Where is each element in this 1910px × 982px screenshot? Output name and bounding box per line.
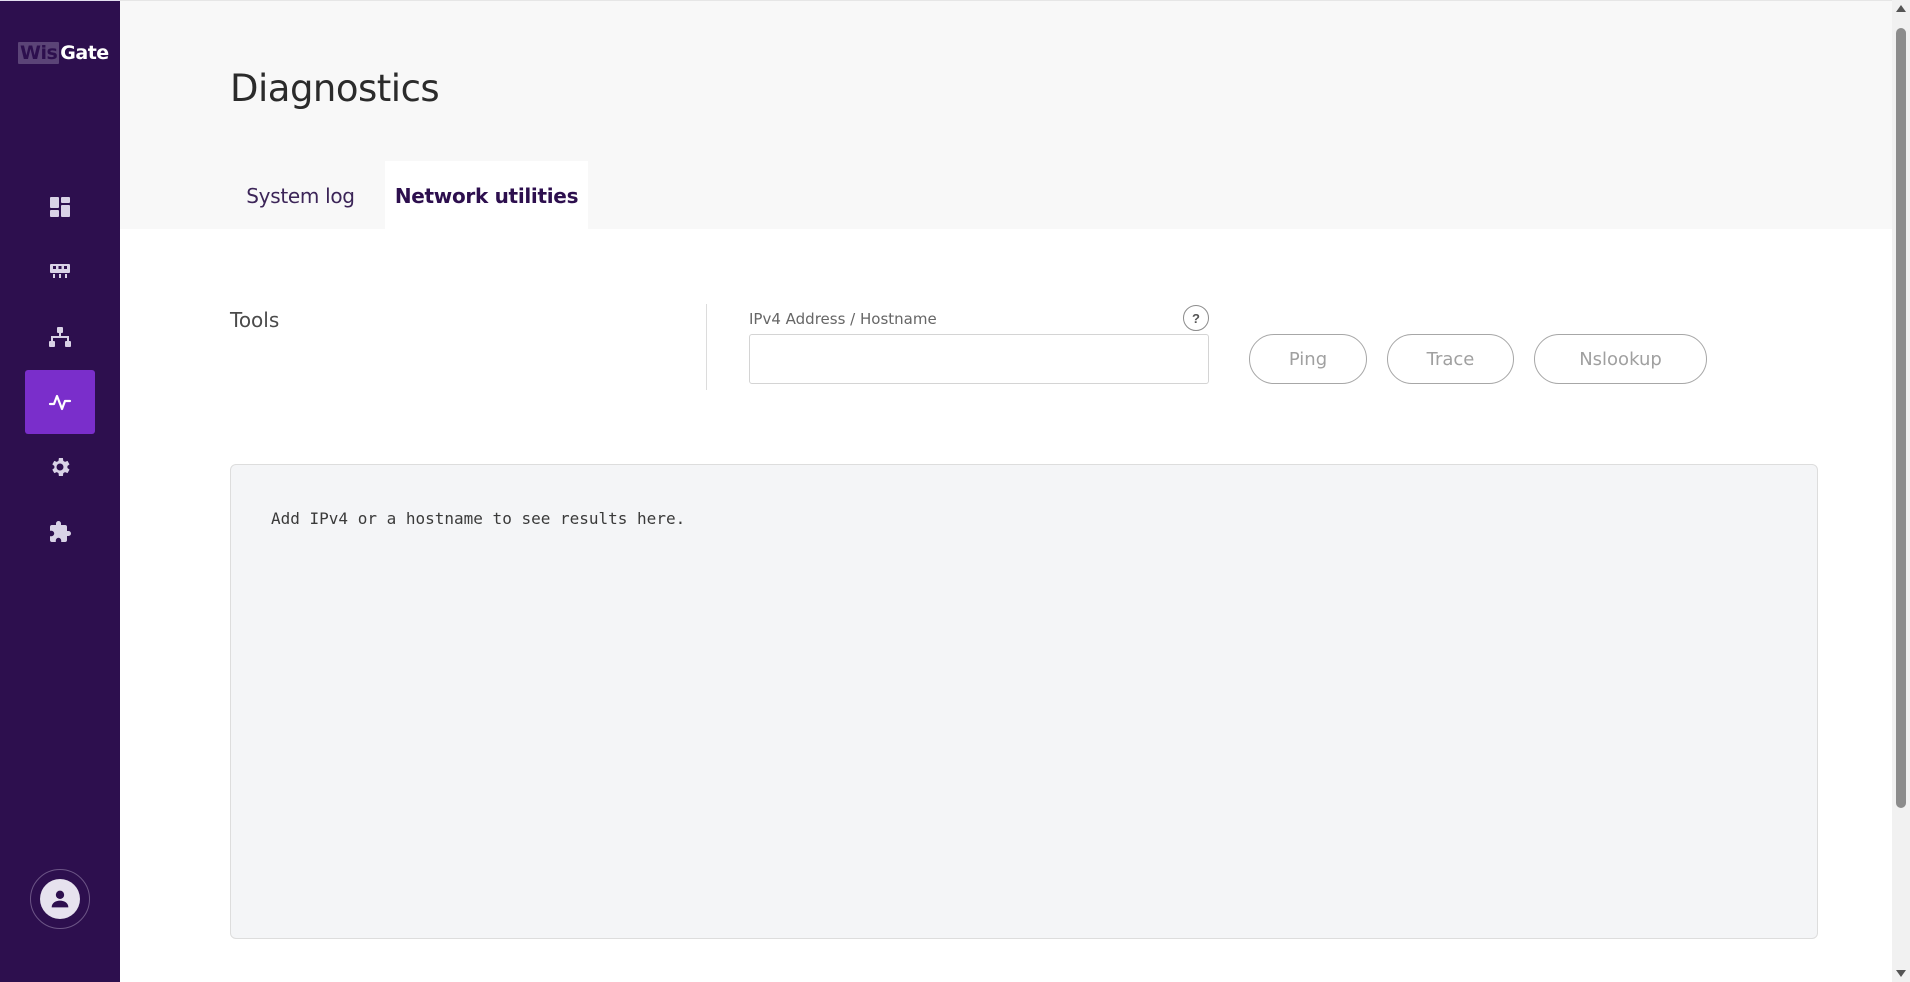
logo-part-wis: Wis: [18, 42, 60, 64]
avatar: [40, 879, 80, 919]
vertical-scrollbar[interactable]: [1892, 0, 1910, 982]
trace-button[interactable]: Trace: [1387, 334, 1514, 384]
nslookup-button[interactable]: Nslookup: [1534, 334, 1707, 384]
page-title: Diagnostics: [230, 67, 440, 110]
activity-icon: [48, 394, 72, 411]
dashboard-icon: [50, 197, 70, 217]
network-icon: [49, 327, 71, 347]
sidebar-item-gateway[interactable]: [25, 239, 95, 303]
sidebar-item-diagnostics[interactable]: [25, 370, 95, 434]
tab-network-utilities[interactable]: Network utilities: [385, 161, 588, 230]
help-icon[interactable]: ?: [1183, 305, 1209, 331]
host-input[interactable]: [749, 334, 1209, 384]
sidebar-item-extensions[interactable]: [25, 500, 95, 564]
puzzle-icon: [50, 521, 71, 542]
scroll-up-icon[interactable]: [1896, 5, 1906, 12]
section-divider: [706, 304, 707, 390]
ping-button[interactable]: Ping: [1249, 334, 1367, 384]
scroll-down-icon[interactable]: [1896, 970, 1906, 977]
wisgate-logo[interactable]: Wis Gate: [18, 41, 109, 65]
results-placeholder-text: Add IPv4 or a hostname to see results he…: [271, 509, 686, 528]
sidebar-item-dashboard[interactable]: [25, 175, 95, 239]
user-icon: [51, 890, 69, 908]
scroll-thumb[interactable]: [1896, 28, 1906, 808]
host-field-label: IPv4 Address / Hostname: [749, 310, 937, 328]
tab-system-log[interactable]: System log: [230, 161, 371, 230]
sidebar-item-settings[interactable]: [25, 435, 95, 499]
tools-section-label: Tools: [230, 308, 280, 332]
results-panel[interactable]: Add IPv4 or a hostname to see results he…: [230, 464, 1818, 939]
sidebar: Wis Gate: [0, 0, 120, 982]
gear-icon: [52, 458, 70, 476]
page-header: Diagnostics System log Network utilities: [120, 0, 1892, 230]
sidebar-item-network[interactable]: [25, 305, 95, 369]
logo-part-gate: Gate: [60, 42, 109, 64]
gateway-icon: [50, 264, 70, 278]
user-avatar-button[interactable]: [30, 869, 90, 929]
